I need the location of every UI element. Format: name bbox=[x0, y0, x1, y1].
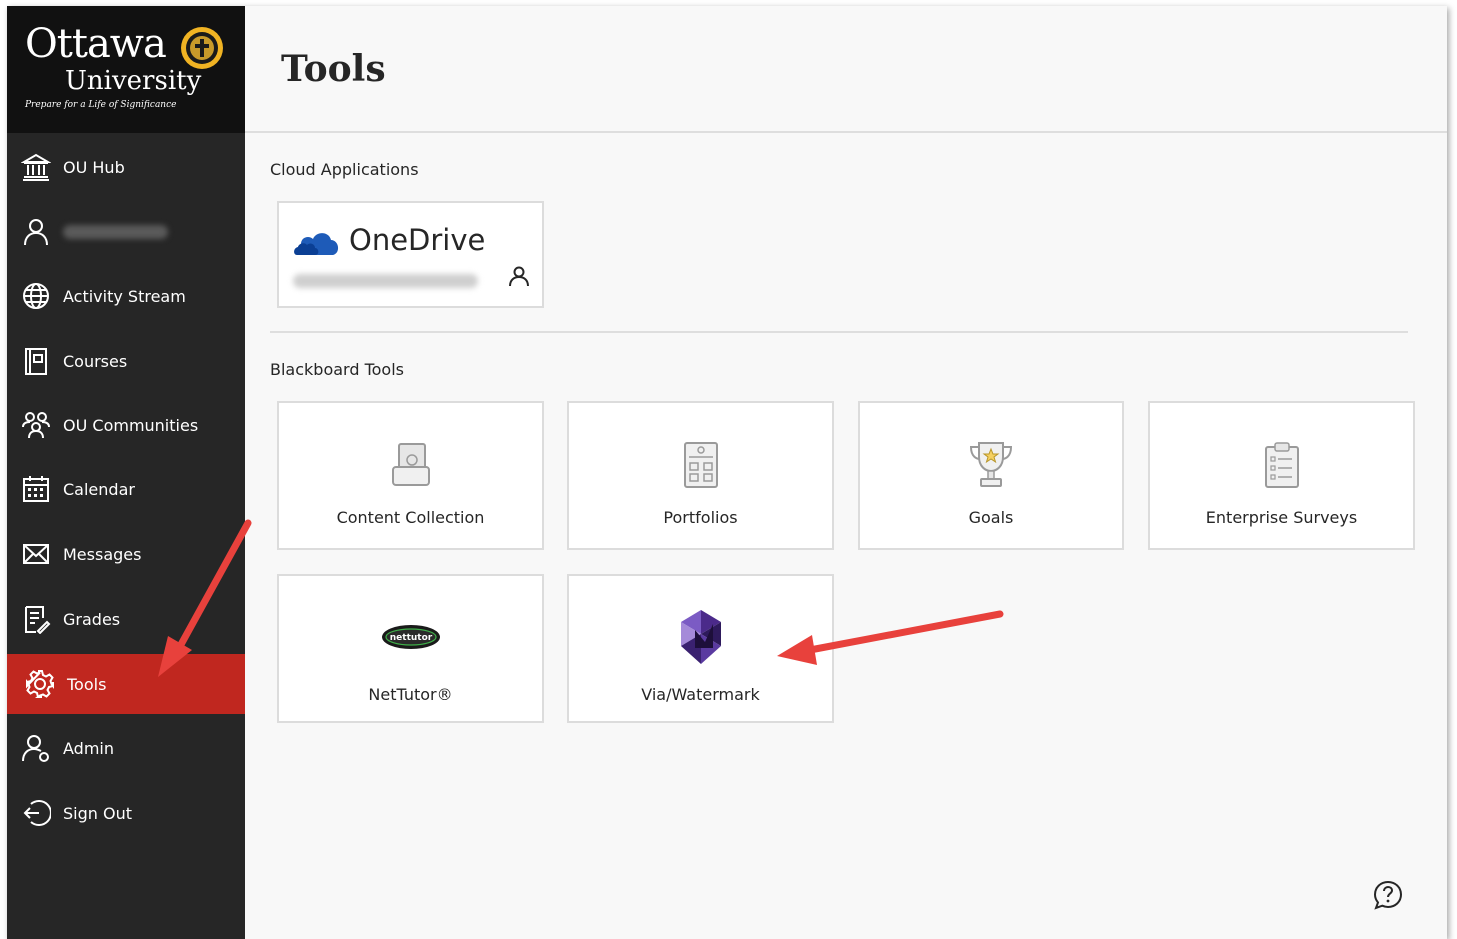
nav-label: Admin bbox=[63, 738, 114, 758]
nav-item-messages[interactable]: Messages bbox=[7, 524, 245, 584]
nettutor-logo-text: nettutor bbox=[389, 633, 432, 643]
onedrive-account-redacted bbox=[293, 274, 478, 288]
profile-name-redacted bbox=[63, 225, 168, 239]
nav-label: Grades bbox=[63, 609, 121, 629]
tool-label: Content Collection bbox=[336, 508, 485, 527]
tool-label: Goals bbox=[968, 508, 1014, 527]
nav-label: Activity Stream bbox=[63, 286, 186, 306]
grades-icon bbox=[19, 602, 53, 636]
tool-tile-goals[interactable]: Goals bbox=[858, 401, 1124, 550]
page-title: Tools bbox=[281, 48, 386, 90]
nav-label: Tools bbox=[67, 674, 107, 694]
section-divider bbox=[270, 331, 1408, 333]
tool-label: Portfolios bbox=[663, 508, 738, 527]
tool-tile-enterprise-surveys[interactable]: Enterprise Surveys bbox=[1148, 401, 1415, 550]
seal-icon bbox=[181, 27, 223, 69]
brand-logo[interactable]: Ottawa University Prepare for a Life of … bbox=[7, 6, 245, 133]
nav-item-grades[interactable]: Grades bbox=[7, 589, 245, 649]
people-icon bbox=[19, 408, 53, 442]
brand-name-line2: University bbox=[65, 66, 202, 96]
nav-label: Sign Out bbox=[63, 803, 132, 823]
nav-item-sign-out[interactable]: Sign Out bbox=[7, 783, 245, 843]
institution-icon bbox=[19, 150, 53, 184]
trophy-icon bbox=[969, 442, 1013, 487]
book-icon bbox=[19, 344, 53, 378]
nettutor-logo-icon: nettutor bbox=[381, 625, 440, 649]
admin-icon bbox=[19, 731, 53, 765]
nav-item-admin[interactable]: Admin bbox=[7, 718, 245, 778]
nav-label: Messages bbox=[63, 544, 142, 564]
nav-label: OU Communities bbox=[63, 415, 199, 435]
nav-item-courses[interactable]: Courses bbox=[7, 331, 245, 391]
gear-icon bbox=[23, 667, 57, 701]
page-header: Tools bbox=[245, 6, 1447, 133]
onedrive-cloud-icon bbox=[294, 233, 339, 255]
nav-item-profile[interactable] bbox=[7, 202, 245, 262]
nav-item-activity-stream[interactable]: Activity Stream bbox=[7, 266, 245, 326]
tool-tile-content-collection[interactable]: Content Collection bbox=[277, 401, 544, 550]
nav-item-ou-hub[interactable]: OU Hub bbox=[7, 137, 245, 197]
content-collection-icon bbox=[391, 443, 430, 486]
cloud-applications-heading: Cloud Applications bbox=[270, 160, 419, 179]
tool-label: Via/Watermark bbox=[641, 685, 760, 704]
sidebar: Ottawa University Prepare for a Life of … bbox=[7, 6, 245, 939]
onedrive-label: OneDrive bbox=[349, 223, 486, 257]
nav-item-calendar[interactable]: Calendar bbox=[7, 459, 245, 519]
tool-label: Enterprise Surveys bbox=[1205, 508, 1358, 527]
user-icon bbox=[509, 266, 529, 287]
tool-label: NetTutor® bbox=[368, 685, 453, 704]
brand-tagline: Prepare for a Life of Significance bbox=[25, 100, 177, 110]
tool-tile-nettutor[interactable]: nettutor NetTutor® bbox=[277, 574, 544, 723]
brand-name-line1: Ottawa bbox=[25, 21, 167, 67]
nav-item-tools[interactable]: Tools bbox=[7, 654, 245, 714]
onedrive-card[interactable]: OneDrive bbox=[277, 201, 544, 308]
user-icon bbox=[19, 215, 53, 249]
nav-label: OU Hub bbox=[63, 157, 125, 177]
envelope-icon bbox=[19, 537, 53, 571]
portfolio-icon bbox=[683, 442, 718, 488]
sign-out-icon bbox=[19, 796, 53, 830]
nav-label: Courses bbox=[63, 351, 128, 371]
tool-tile-portfolios[interactable]: Portfolios bbox=[567, 401, 834, 550]
blackboard-tools-heading: Blackboard Tools bbox=[270, 360, 404, 379]
calendar-icon bbox=[19, 472, 53, 506]
tool-tile-via-watermark[interactable]: Via/Watermark bbox=[567, 574, 834, 723]
clipboard-icon bbox=[1264, 442, 1299, 488]
globe-icon bbox=[19, 279, 53, 313]
nav-item-ou-communities[interactable]: OU Communities bbox=[7, 395, 245, 455]
watermark-logo-icon bbox=[680, 610, 721, 664]
help-icon[interactable] bbox=[1372, 879, 1404, 911]
nav-label: Calendar bbox=[63, 479, 135, 499]
